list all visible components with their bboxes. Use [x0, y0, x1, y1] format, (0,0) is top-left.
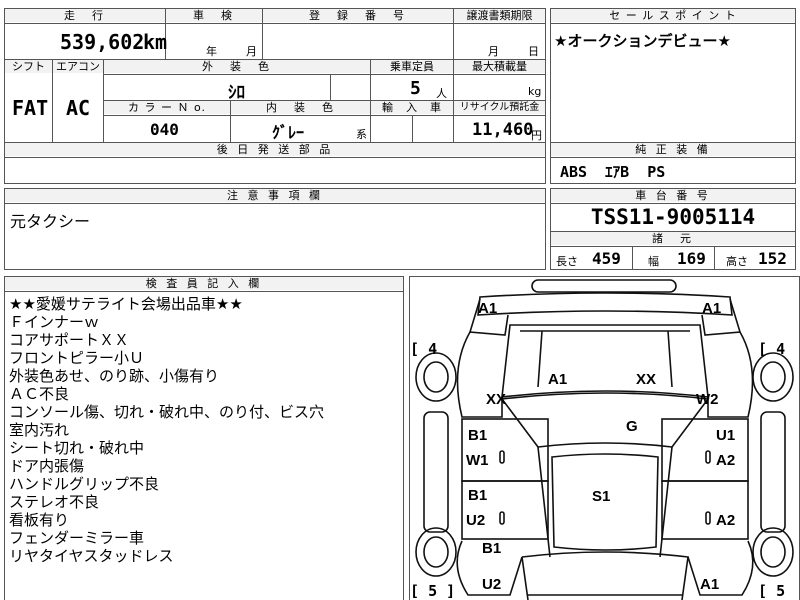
notes-header: 注 意 事 項 欄: [5, 189, 545, 202]
sales-point-header: セ ー ル ス ポ イ ン ト: [551, 9, 795, 22]
transfer-deadline-header: 譲渡書類期限: [454, 9, 545, 22]
factory-equipment-value: ABS ｴｱB PS: [560, 163, 666, 181]
damage-left-front-door-bottom: W1: [466, 452, 489, 469]
damage-right-front-fender: W2: [696, 391, 719, 408]
damage-right-front-door-bottom: A2: [716, 452, 736, 469]
recycle-fee-unit: 円: [531, 129, 542, 142]
damage-left-rear-door-bottom: U2: [466, 512, 486, 529]
damage-front-left-corner: A1: [478, 300, 498, 317]
sales-point-text: ★オークションデビュー★: [554, 32, 731, 50]
remark-line: ハンドルグリップ不良: [9, 475, 160, 493]
remark-line: 外装色あせ、のり跡、小傷有り: [9, 367, 220, 385]
interior-color-header: 内 装 色: [231, 101, 371, 114]
shift-value: FAT: [12, 96, 49, 120]
remark-line: Ｆインナーｗ: [9, 313, 100, 331]
capacity-value: 5: [410, 78, 421, 99]
load-unit: kg: [528, 85, 542, 98]
inspection-year-unit: 年: [206, 45, 217, 58]
spec-length-value: 459: [592, 249, 621, 268]
chassis-no-value: TSS11-9005114: [590, 205, 756, 229]
specs-header: 諸 元: [551, 232, 795, 245]
remark-line: フロントピラー小Ｕ: [9, 349, 145, 367]
spec-height-label: 高さ: [726, 255, 748, 268]
damage-left-front-door-top: B1: [468, 427, 488, 444]
tire-rear-right-reading: [ 5: [758, 582, 786, 600]
damage-front-right-corner: A1: [702, 300, 722, 317]
interior-color-value: ｸﾞﾚｰ: [272, 123, 305, 142]
damage-roof: S1: [592, 488, 611, 505]
exterior-color-header: 外 装 色: [104, 60, 370, 73]
spec-width-label: 幅: [648, 255, 659, 268]
tire-rear-left-reading: [ 5 ]: [410, 582, 456, 600]
damage-left-rear-door-top: B1: [468, 487, 488, 504]
damage-right-rear-corner: A1: [700, 576, 720, 593]
transfer-month-unit: 月: [488, 45, 499, 58]
remark-line: フェンダーミラー車: [9, 529, 145, 547]
inspector-remarks-list: ★★愛媛サテライト会場出品車★★ Ｆインナーｗ コアサポートＸＸ フロントピラー…: [9, 295, 324, 565]
capacity-unit: 人: [436, 87, 447, 100]
transfer-day-unit: 日: [528, 45, 539, 58]
interior-suffix: 系: [356, 128, 367, 141]
mileage-value: 539,602: [60, 30, 145, 54]
damage-left-rear-fender: B1: [482, 540, 502, 557]
notes-text: 元タクシー: [10, 212, 91, 231]
remark-line: リヤタイヤスタッドレス: [9, 547, 174, 565]
color-no-value: 040: [150, 120, 179, 139]
damage-left-front-fender: XX: [486, 391, 507, 408]
remark-line: ステレオ不良: [9, 493, 100, 511]
max-load-header: 最大積載量: [454, 60, 545, 73]
damage-hood-right: XX: [636, 371, 657, 388]
capacity-header: 乗車定員: [371, 60, 453, 73]
factory-equipment-header: 純 正 装 備: [551, 143, 795, 156]
remark-line: コアサポートＸＸ: [9, 331, 130, 349]
damage-left-rear-corner: U2: [482, 576, 502, 593]
remark-line: コンソール傷、切れ・破れ中、のり付、ビス穴: [9, 403, 325, 421]
tire-front-right-reading: [ 4: [758, 340, 786, 358]
remark-line: 室内汚れ: [9, 421, 70, 439]
recycle-fee-value: 11,460: [472, 120, 534, 140]
recycle-fee-header: リサイクル預託金: [454, 101, 545, 114]
remark-line: 看板有り: [9, 511, 70, 529]
inspection-month-unit: 月: [246, 45, 257, 58]
chassis-no-header: 車 台 番 号: [551, 189, 795, 202]
remark-line: ＡＣ不良: [9, 385, 70, 403]
damage-windshield: G: [626, 418, 638, 435]
mileage-unit: km: [143, 30, 168, 54]
shift-header: シフト: [5, 60, 52, 73]
registration-header: 登 録 番 号: [263, 9, 453, 22]
spec-length-label: 長さ: [556, 255, 578, 268]
inspector-header: 検 査 員 記 入 欄: [5, 277, 403, 290]
spec-height-value: 152: [758, 249, 787, 268]
remark-line: ドア内張傷: [9, 457, 85, 475]
import-header: 輸 入 車: [371, 101, 453, 114]
remark-line: シート切れ・破れ中: [9, 439, 145, 457]
color-no-header: カ ラ ー Ｎ o.: [104, 101, 230, 114]
spec-width-value: 169: [677, 249, 706, 268]
damage-hood: A1: [548, 371, 568, 388]
mileage-header: 走 行: [5, 9, 165, 22]
deferred-parts-header: 後 日 発 送 部 品: [5, 143, 545, 156]
remark-line: ★★愛媛サテライト会場出品車★★: [9, 295, 243, 313]
inspection-header: 車 検: [166, 9, 262, 22]
damage-right-rear-door: A2: [716, 512, 736, 529]
damage-right-front-door-top: U1: [716, 427, 736, 444]
aircon-header: エアコン: [53, 60, 103, 73]
tire-front-left-reading: [ 4: [410, 340, 438, 358]
aircon-value: AC: [66, 96, 91, 120]
